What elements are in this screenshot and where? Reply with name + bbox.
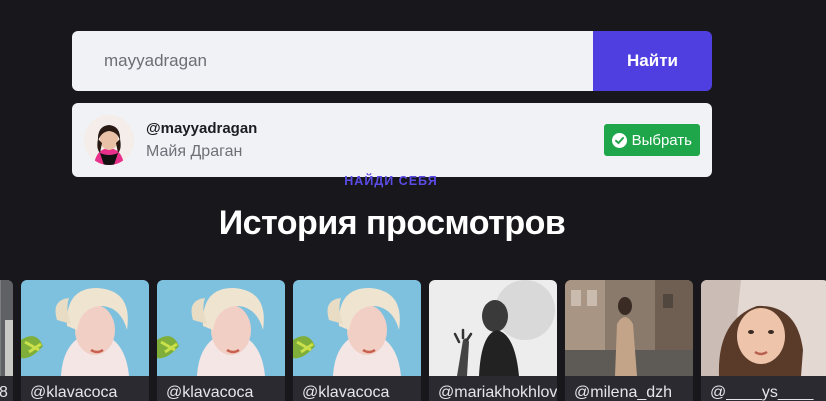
card-handle: @mariakhokhlova	[438, 384, 557, 401]
search-button[interactable]: Найти	[593, 31, 712, 91]
card-thumbnail	[0, 280, 13, 376]
history-card[interactable]: @klavacoca	[293, 280, 421, 401]
history-card[interactable]: @klavacoca	[157, 280, 285, 401]
card-handle: @____ys____	[710, 384, 814, 401]
card-handle: @klavacoca	[302, 384, 390, 401]
card-thumbnail	[157, 280, 285, 376]
card-handle: @klavacoca	[166, 384, 254, 401]
card-thumbnail	[429, 280, 557, 376]
card-handle: 8	[0, 384, 8, 401]
search-input[interactable]	[72, 31, 593, 91]
history-card[interactable]: @klavacoca	[21, 280, 149, 401]
tagline: НАЙДИ СЕБЯ	[344, 174, 438, 188]
select-button-label: Выбрать	[631, 131, 692, 149]
history-card[interactable]: @milena_dzh	[565, 280, 693, 401]
search-result-item[interactable]: @mayyadragan Майя Драган Выбрать	[72, 103, 712, 177]
history-card-partial[interactable]: 8	[0, 280, 13, 401]
card-handle: @milena_dzh	[574, 384, 673, 401]
result-username: @mayyadragan	[146, 120, 258, 137]
card-thumbnail	[565, 280, 693, 376]
page: Найти @mayyadragan Майя Драган Выбрать Н…	[0, 0, 826, 401]
history-card[interactable]: @____ys____	[701, 280, 826, 401]
avatar	[84, 115, 134, 165]
history-heading: История просмотров	[218, 204, 566, 242]
result-display-name: Майя Драган	[146, 143, 243, 160]
check-circle-icon	[611, 132, 627, 148]
select-button[interactable]: Выбрать	[603, 124, 700, 156]
card-thumbnail	[21, 280, 149, 376]
search-bar: Найти	[72, 31, 712, 91]
card-thumbnail	[293, 280, 421, 376]
history-card[interactable]: @mariakhokhlova	[429, 280, 557, 401]
card-thumbnail	[701, 280, 826, 376]
card-handle: @klavacoca	[30, 384, 118, 401]
